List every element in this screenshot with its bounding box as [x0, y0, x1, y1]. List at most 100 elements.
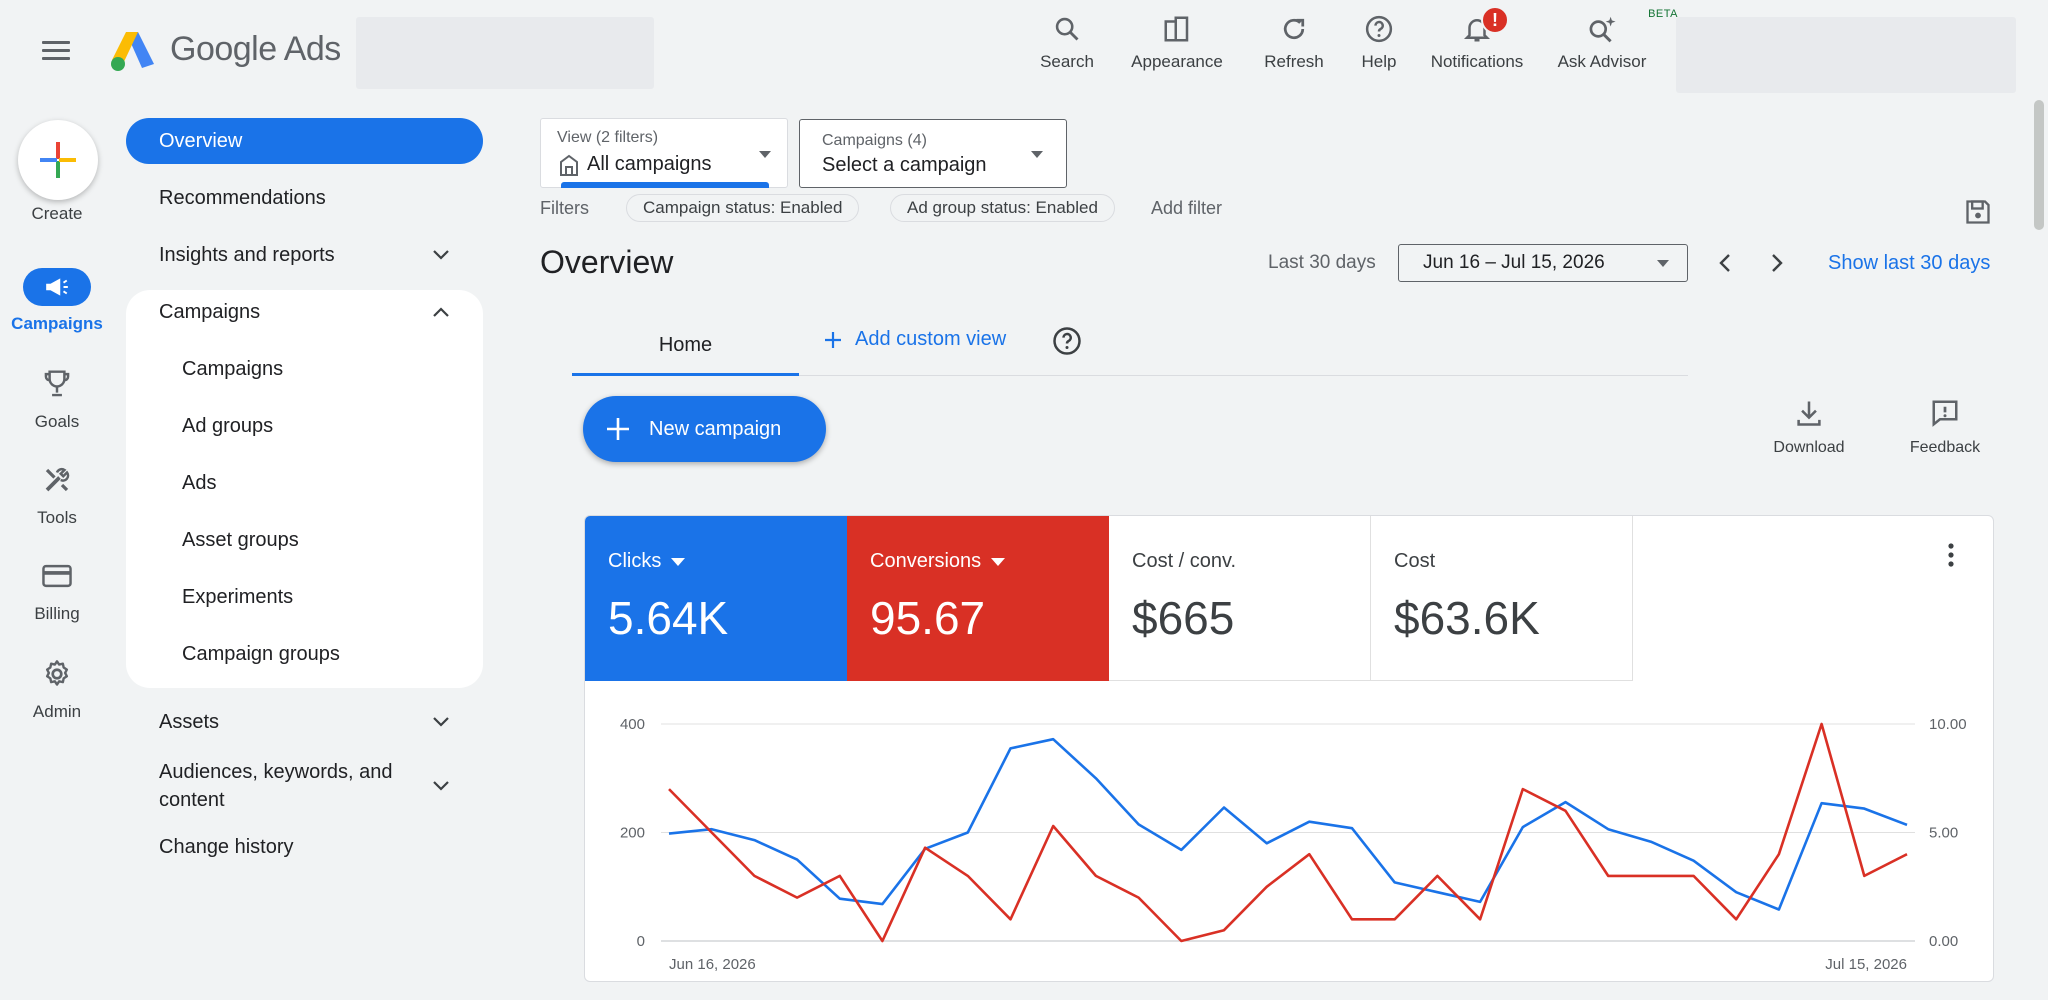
- nav-sub-campaigns[interactable]: Campaigns: [149, 346, 469, 392]
- nav-change-history[interactable]: Change history: [126, 824, 483, 870]
- performance-chart: 0 0.00 200 5.00 400 10.00 Jun 16, 2026 Jul 15, …: [620, 716, 1967, 973]
- megaphone-icon: [23, 268, 91, 306]
- view-selector[interactable]: View (2 filters) All campaigns: [540, 118, 788, 188]
- dropdown-arrow-icon: [1031, 151, 1043, 158]
- chevron-down-icon: [433, 250, 449, 260]
- rail-campaigns[interactable]: Campaigns: [0, 268, 114, 334]
- notifications-label: Notifications: [1430, 52, 1524, 71]
- metric-cost[interactable]: Cost $63.6K: [1371, 516, 1633, 681]
- profile-placeholder: [1676, 17, 2016, 93]
- search-label: Search: [1040, 52, 1094, 71]
- nav-overview[interactable]: Overview: [126, 118, 483, 164]
- rail-admin-label: Admin: [32, 702, 82, 721]
- metric-conversions[interactable]: Conversions 95.67: [847, 516, 1109, 681]
- nav-sub-ads[interactable]: Ads: [149, 460, 469, 506]
- page-scrollbar[interactable]: [2034, 100, 2044, 230]
- credit-card-icon: [0, 556, 114, 596]
- nav-insights-label: Insights and reports: [159, 243, 335, 266]
- y-right-tick-label: 5.00: [1929, 825, 1958, 842]
- refresh-button[interactable]: Refresh: [1254, 12, 1334, 78]
- search-icon: [1028, 12, 1106, 46]
- metric-label: Cost: [1394, 550, 1436, 572]
- chevron-right-icon: [1772, 254, 1783, 272]
- search-button[interactable]: Search: [1028, 12, 1106, 78]
- metric-clicks[interactable]: Clicks 5.64K: [585, 516, 847, 681]
- main-menu-button[interactable]: [36, 36, 76, 66]
- google-ads-logo: [111, 32, 154, 71]
- filters-label: Filters: [540, 198, 589, 218]
- filter-chip-label: Ad group status: Enabled: [907, 198, 1098, 217]
- next-period-button[interactable]: [1762, 248, 1792, 278]
- rail-goals[interactable]: Goals: [0, 364, 114, 432]
- bell-icon: !: [1424, 6, 1530, 46]
- nav-recommendations[interactable]: Recommendations: [126, 175, 483, 221]
- gear-icon: [0, 654, 114, 694]
- nav-insights[interactable]: Insights and reports: [126, 232, 483, 278]
- save-icon[interactable]: [1964, 198, 1992, 226]
- nav-audiences[interactable]: Audiences, keywords, and content: [126, 756, 483, 816]
- dropdown-arrow-icon: [671, 557, 686, 566]
- add-filter-button[interactable]: Add filter: [1151, 198, 1222, 219]
- x-end-label: Jul 15, 2026: [1825, 956, 1907, 973]
- dropdown-arrow-icon: [1657, 260, 1669, 267]
- nav-sub-label: Campaign groups: [182, 642, 340, 665]
- plus-icon: [40, 142, 76, 178]
- ask-advisor-button[interactable]: BETA Ask Advisor: [1552, 8, 1678, 78]
- nav-sub-label: Campaigns: [182, 357, 284, 380]
- new-campaign-button[interactable]: New campaign: [583, 396, 826, 462]
- nav-overview-label: Overview: [159, 129, 243, 152]
- nav-campaigns-group-label: Campaigns: [159, 300, 261, 323]
- previous-period-button[interactable]: [1710, 248, 1740, 278]
- y-right-tick-label: 0.00: [1929, 933, 1958, 950]
- chevron-down-icon: [433, 781, 449, 791]
- metric-value: 95.67: [870, 592, 986, 644]
- nav-sub-asset-groups[interactable]: Asset groups: [149, 517, 469, 563]
- filter-chip-label: Campaign status: Enabled: [643, 198, 843, 217]
- more-options-icon[interactable]: [1947, 542, 1955, 568]
- metric-value: 5.64K: [608, 592, 729, 644]
- help-label: Help: [1361, 52, 1397, 71]
- nav-sub-ad-groups[interactable]: Ad groups: [149, 403, 469, 449]
- advisor-icon: BETA: [1552, 8, 1678, 46]
- date-range-picker[interactable]: Jun 16 – Jul 15, 2026: [1398, 244, 1688, 282]
- new-campaign-label: New campaign: [649, 417, 782, 440]
- plus-icon: [825, 331, 841, 348]
- download-button[interactable]: Download: [1766, 398, 1852, 457]
- rail-admin[interactable]: Admin: [0, 654, 114, 722]
- download-label: Download: [1773, 439, 1845, 456]
- nav-sub-label: Ad groups: [182, 414, 274, 437]
- rail-billing[interactable]: Billing: [0, 556, 114, 624]
- nav-sub-label: Asset groups: [182, 528, 299, 551]
- dropdown-arrow-icon: [991, 557, 1006, 566]
- appearance-label: Appearance: [1131, 52, 1223, 71]
- filter-chip-ad-group-status[interactable]: Ad group status: Enabled: [890, 194, 1115, 222]
- campaign-selector[interactable]: Campaigns (4) Select a campaign: [799, 119, 1067, 188]
- show-last-30-days-link[interactable]: Show last 30 days: [1828, 252, 1990, 275]
- x-start-label: Jun 16, 2026: [669, 956, 756, 973]
- nav-campaigns-group[interactable]: Campaigns: [126, 289, 483, 335]
- create-label: Create: [31, 204, 83, 223]
- help-icon[interactable]: [1052, 326, 1082, 356]
- notifications-button[interactable]: ! Notifications: [1424, 6, 1530, 78]
- account-placeholder: [356, 17, 654, 89]
- nav-sub-campaign-groups[interactable]: Campaign groups: [149, 631, 469, 677]
- nav-sub-experiments[interactable]: Experiments: [149, 574, 469, 620]
- view-value: All campaigns: [587, 153, 712, 175]
- date-range-value: Jun 16 – Jul 15, 2026: [1423, 252, 1605, 273]
- add-custom-view-button[interactable]: Add custom view: [823, 328, 1006, 351]
- help-button[interactable]: Help: [1354, 12, 1404, 78]
- create-button[interactable]: [18, 120, 98, 200]
- feedback-label: Feedback: [1909, 439, 1981, 456]
- chevron-up-icon: [433, 307, 449, 317]
- y-left-tick-label: 400: [620, 716, 645, 733]
- tab-home[interactable]: Home: [572, 318, 799, 376]
- feedback-button[interactable]: Feedback: [1902, 398, 1988, 457]
- filter-chip-campaign-status[interactable]: Campaign status: Enabled: [626, 194, 860, 222]
- nav-assets[interactable]: Assets: [126, 699, 483, 745]
- metric-cost-per-conversion[interactable]: Cost / conv. $665: [1109, 516, 1371, 681]
- appearance-button[interactable]: Appearance: [1126, 12, 1228, 78]
- metric-label: Conversions: [870, 550, 982, 572]
- menu-icon-bar: [42, 41, 70, 44]
- metric-label: Cost / conv.: [1132, 550, 1237, 572]
- rail-tools[interactable]: Tools: [0, 460, 114, 528]
